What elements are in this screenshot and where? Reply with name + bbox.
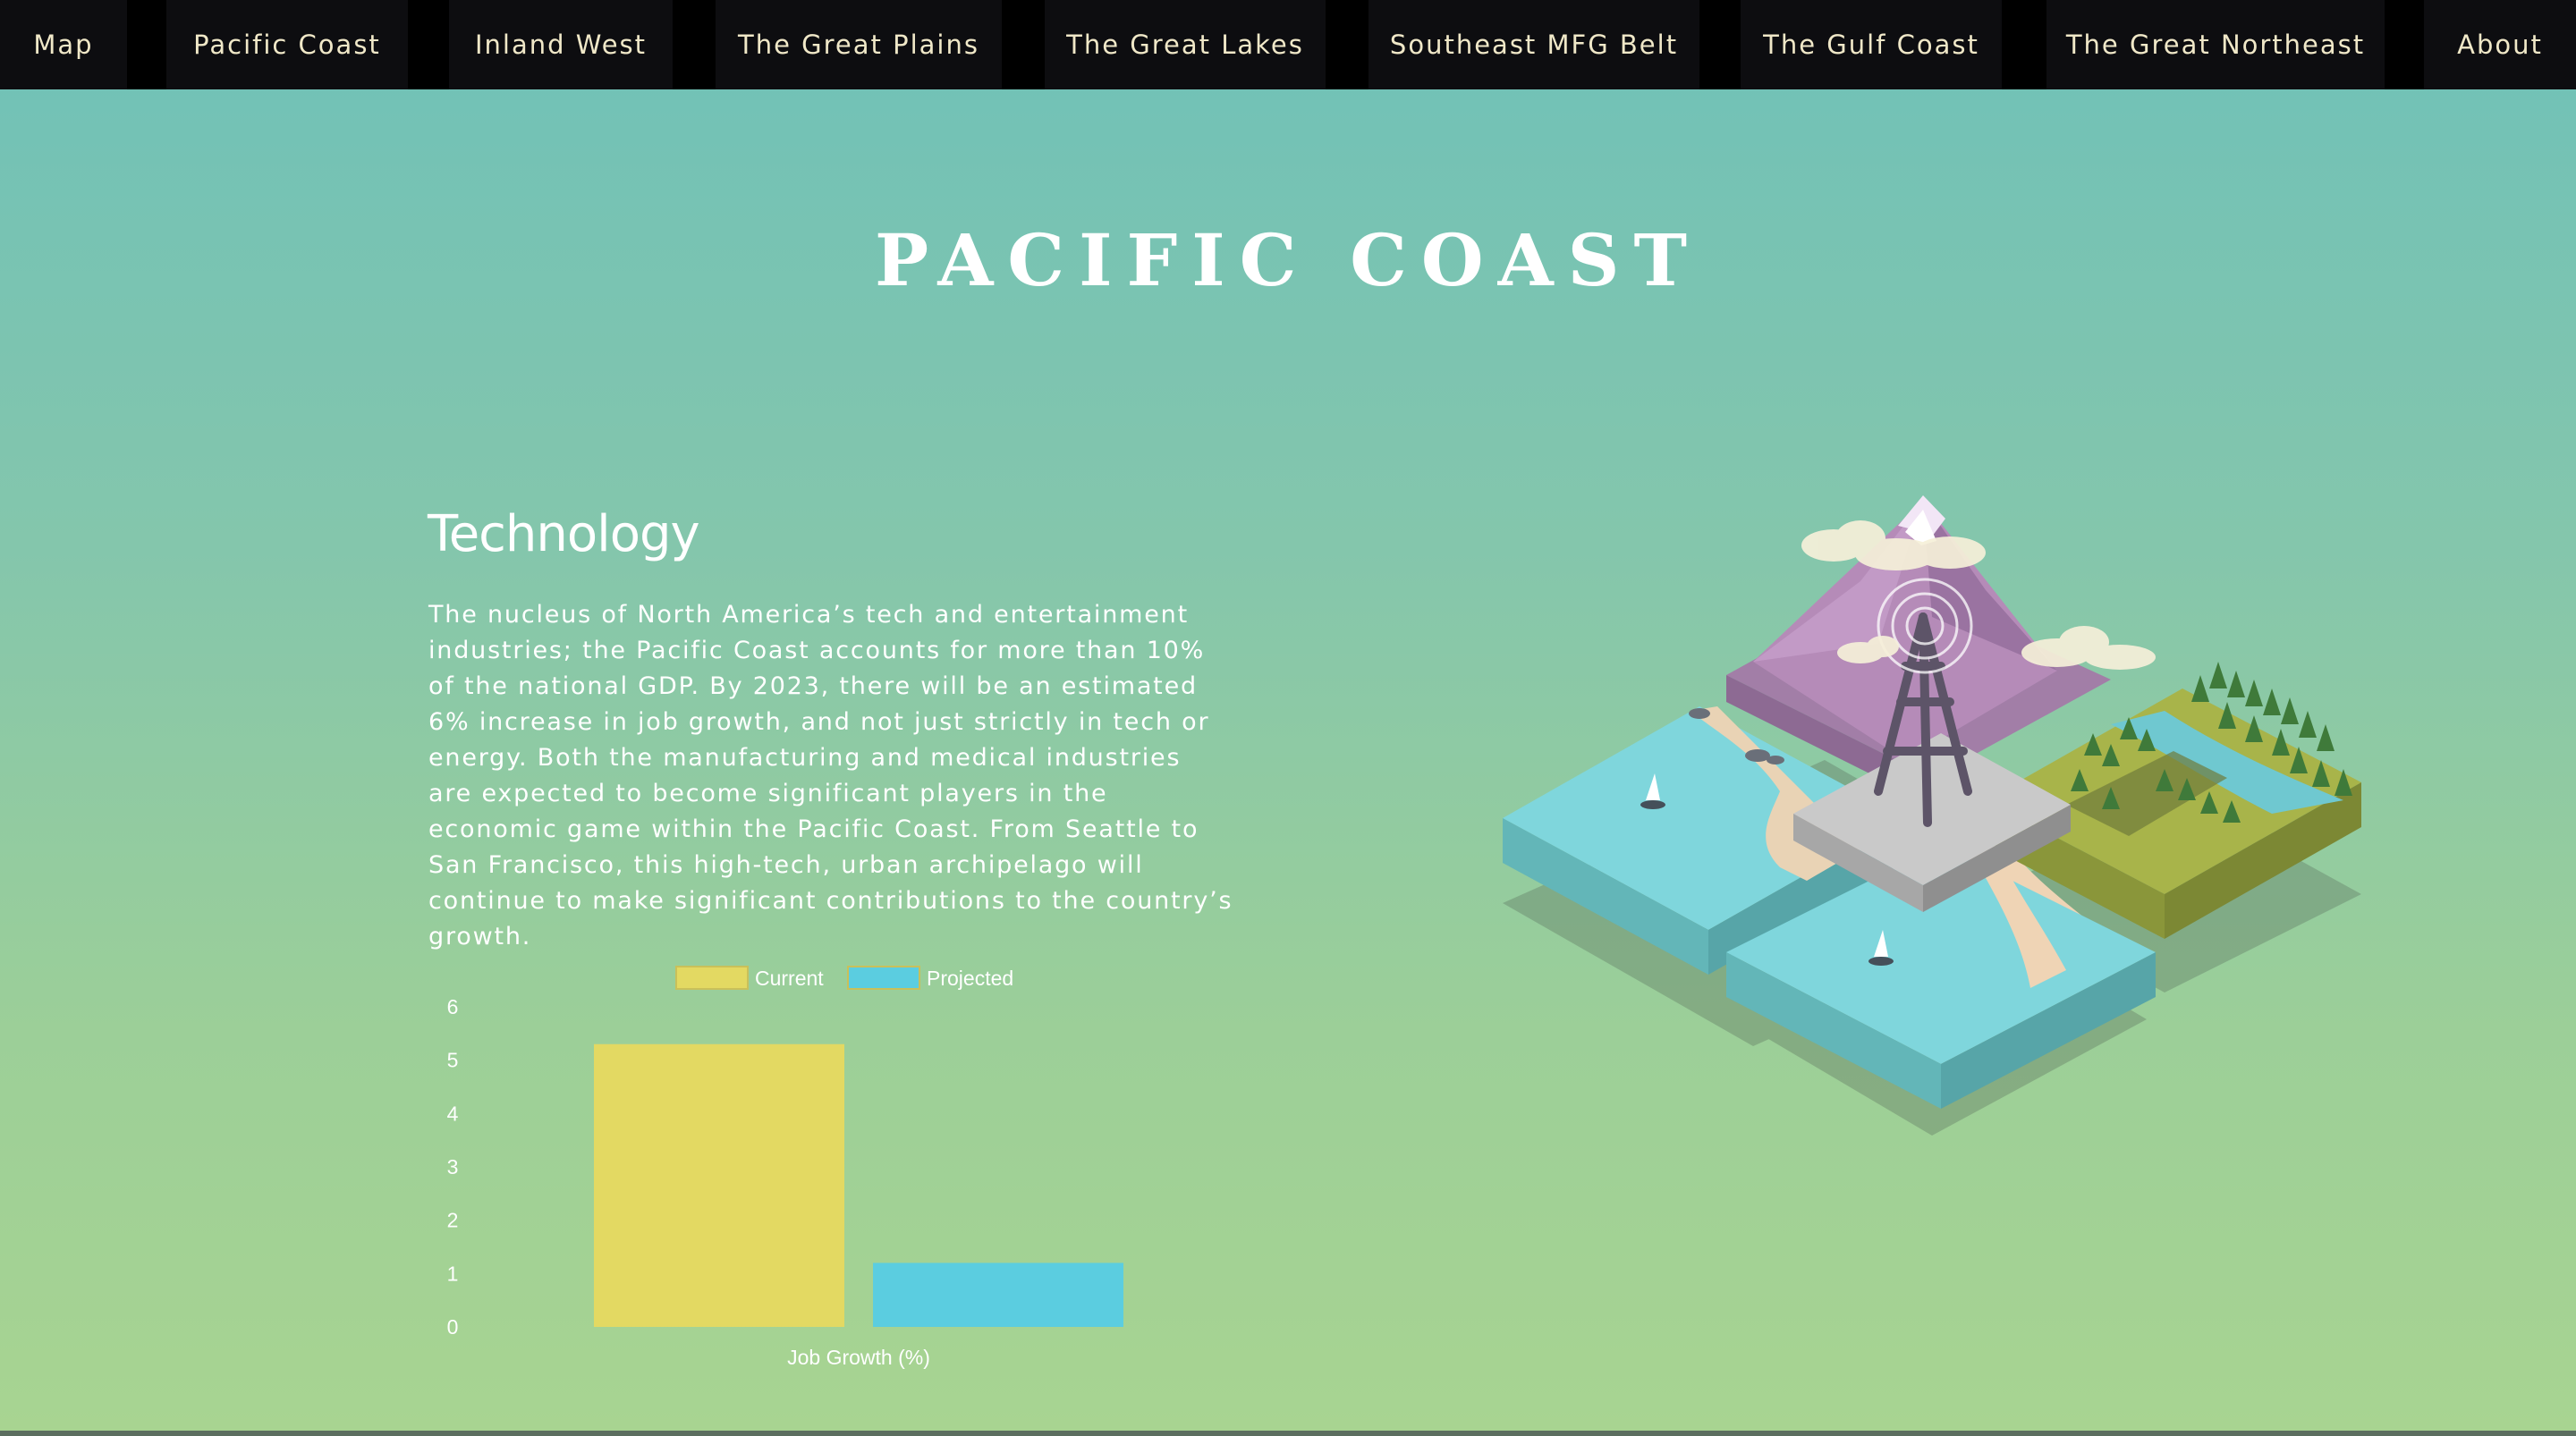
nav-item-great-lakes[interactable]: The Great Lakes	[1045, 0, 1326, 89]
bar-current	[594, 1043, 844, 1327]
section-body-text: The nucleus of North America’s tech and …	[428, 601, 1233, 950]
top-navigation: Map Pacific Coast Inland West The Great …	[0, 0, 2576, 89]
y-tick-label: 4	[447, 1102, 459, 1125]
section-heading: Technology	[428, 505, 700, 563]
y-tick-label: 5	[447, 1049, 459, 1072]
nav-item-about[interactable]: About	[2424, 0, 2576, 89]
legend-swatch-current	[675, 966, 749, 990]
legend-label-current: Current	[755, 967, 824, 990]
isometric-pacific-coast-landscape-icon	[1503, 495, 2361, 1136]
job-growth-bar-chart: 0 1 2 3 4 5 6 Current Projected Job Growth (%)	[447, 966, 1123, 1369]
page-title: PACIFIC COAST	[875, 218, 1701, 302]
legend-swatch-projected	[847, 966, 920, 990]
y-tick-label: 3	[447, 1155, 459, 1178]
y-tick-label: 2	[447, 1209, 459, 1232]
nav-item-great-plains[interactable]: The Great Plains	[716, 0, 1002, 89]
y-tick-label: 6	[447, 995, 459, 1018]
x-axis-label: Job Growth (%)	[787, 1346, 930, 1369]
nav-item-pacific-coast[interactable]: Pacific Coast	[166, 0, 408, 89]
y-tick-label: 0	[447, 1315, 459, 1339]
nav-item-great-northeast[interactable]: The Great Northeast	[2046, 0, 2385, 89]
y-tick-label: 1	[447, 1262, 459, 1285]
nav-item-gulf-coast[interactable]: The Gulf Coast	[1741, 0, 2002, 89]
nav-item-inland-west[interactable]: Inland West	[449, 0, 673, 89]
nav-item-southeast-mfg-belt[interactable]: Southeast MFG Belt	[1368, 0, 1699, 89]
legend-label-projected: Projected	[927, 967, 1013, 990]
page-bottom-border	[0, 1431, 2576, 1436]
bar-projected	[873, 1263, 1123, 1327]
nav-item-map[interactable]: Map	[0, 0, 127, 89]
